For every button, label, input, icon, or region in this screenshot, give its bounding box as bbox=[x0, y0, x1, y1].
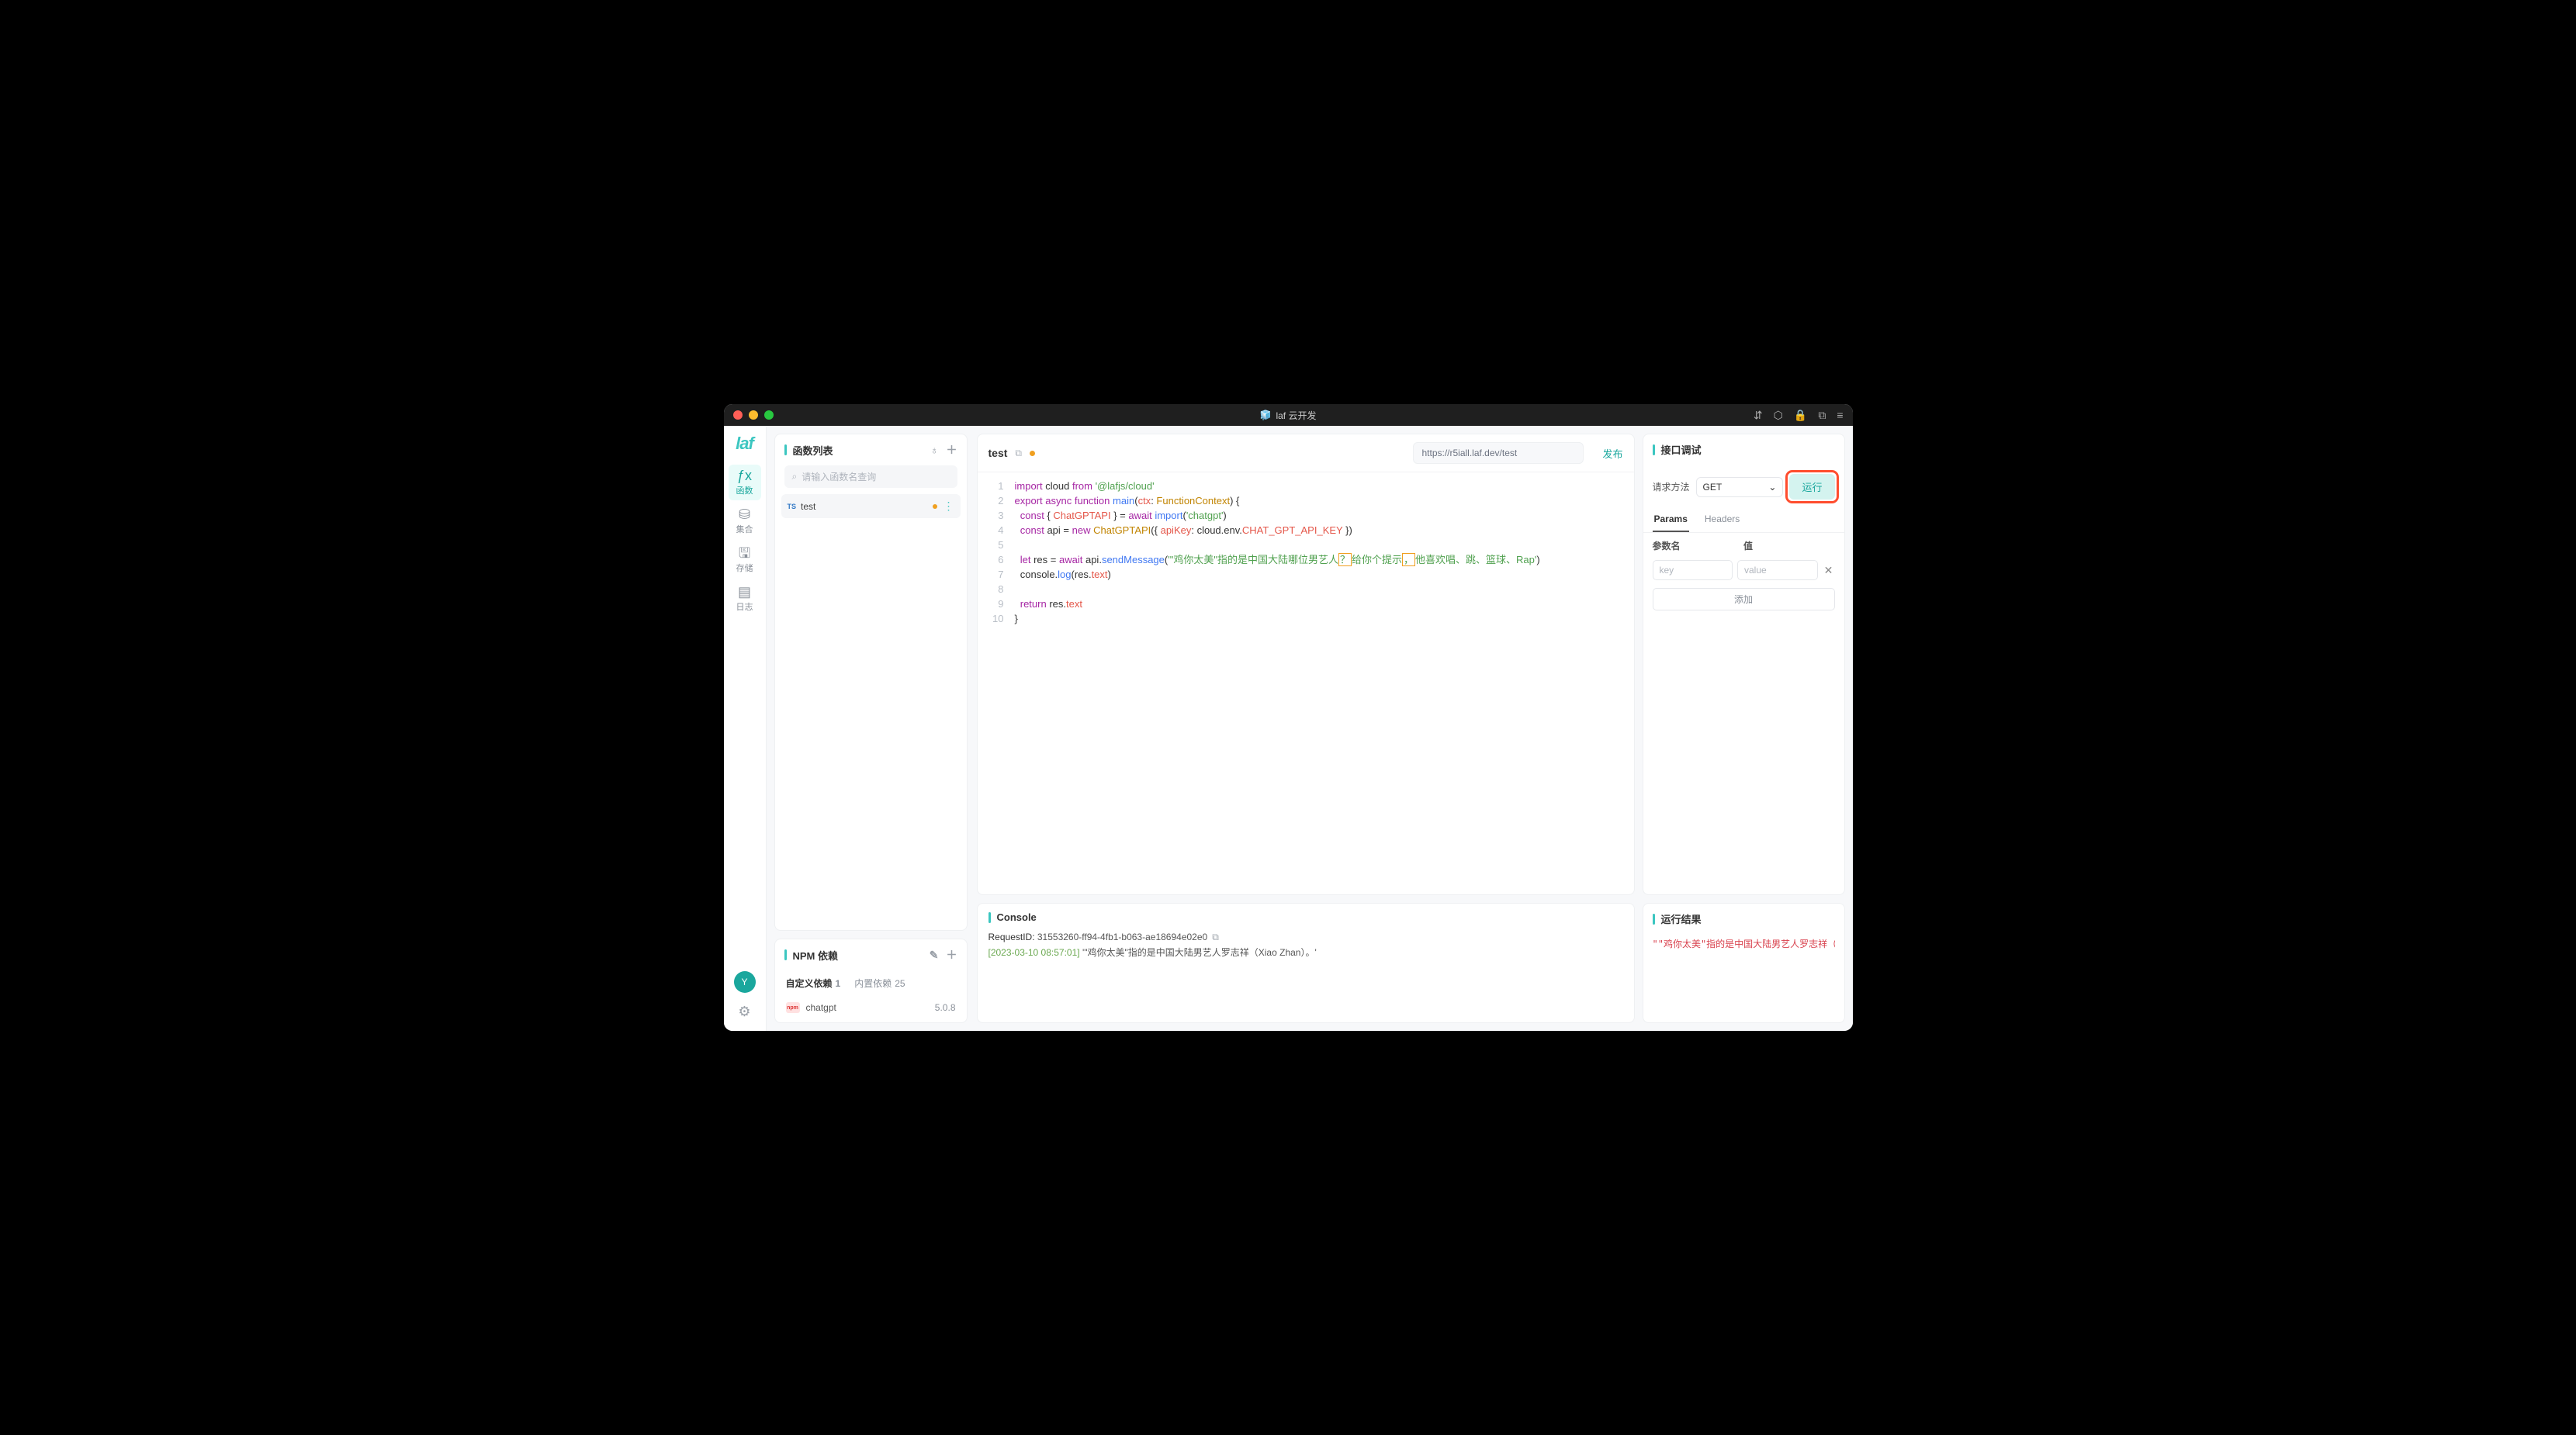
main: laf ƒx函数 ⛁集合 🖫存储 ▤日志 Y ⚙ 函数列表 ♁ ＋ ⌕ bbox=[724, 426, 1853, 1031]
code-body: import cloud from '@lafjs/cloud'export a… bbox=[1015, 479, 1634, 888]
publish-button[interactable]: 发布 bbox=[1602, 446, 1622, 461]
npm-title: NPM 依赖 bbox=[793, 948, 839, 963]
sort-icon[interactable]: ♁ bbox=[930, 444, 939, 456]
run-row: 请求方法 GET⌄ 运行 bbox=[1643, 465, 1844, 507]
dep-row[interactable]: npm chatgpt 5.0.8 bbox=[775, 996, 967, 1022]
add-dep-icon[interactable]: ＋ bbox=[947, 947, 957, 963]
window-title: laf 云开发 bbox=[1276, 409, 1316, 422]
window-controls bbox=[733, 410, 774, 420]
tab-builtin-deps[interactable]: 内置依赖25 bbox=[854, 977, 905, 990]
modified-dot-icon bbox=[933, 504, 937, 509]
function-more-icon[interactable]: ⋮ bbox=[943, 500, 954, 513]
add-param-button[interactable]: 添加 bbox=[1653, 588, 1835, 610]
logo: laf bbox=[736, 434, 753, 454]
code-editor[interactable]: 12345678910 import cloud from '@lafjs/cl… bbox=[978, 472, 1634, 894]
function-search[interactable]: ⌕ 请输入函数名查询 bbox=[784, 465, 957, 488]
chevron-down-icon: ⌄ bbox=[1768, 482, 1776, 493]
debug-card: 接口调试 请求方法 GET⌄ 运行 Params Headers 参数名 值 bbox=[1643, 434, 1845, 895]
rail-logs[interactable]: ▤日志 bbox=[729, 581, 761, 617]
modified-indicator-icon bbox=[1030, 451, 1035, 456]
param-value-input[interactable] bbox=[1737, 560, 1818, 580]
kv-row: ✕ bbox=[1643, 557, 1844, 586]
editor-card: test ⧉ https://r5iall.laf.dev/test 发布 12… bbox=[977, 434, 1635, 895]
editor-header: test ⧉ https://r5iall.laf.dev/test 发布 bbox=[978, 434, 1634, 472]
shield-icon[interactable]: ⬡ bbox=[1774, 409, 1783, 422]
functions-header: 函数列表 ♁ ＋ bbox=[775, 434, 967, 465]
debug-header: 接口调试 bbox=[1643, 434, 1844, 465]
search-placeholder: 请输入函数名查询 bbox=[802, 470, 876, 483]
sidebar-rail: laf ƒx函数 ⛁集合 🖫存储 ▤日志 Y ⚙ bbox=[724, 426, 767, 1031]
left-panel: 函数列表 ♁ ＋ ⌕ 请输入函数名查询 TS test ⋮ bbox=[767, 426, 972, 1031]
copy-name-icon[interactable]: ⧉ bbox=[1015, 448, 1022, 459]
npm-icon: npm bbox=[786, 1002, 800, 1013]
line-gutter: 12345678910 bbox=[978, 479, 1015, 888]
ts-badge: TS bbox=[788, 503, 797, 510]
close-icon[interactable] bbox=[733, 410, 743, 420]
log-message: '"鸡你太美"指的是中国大陆男艺人罗志祥（Xiao Zhan）。' bbox=[1082, 947, 1317, 958]
function-list: TS test ⋮ bbox=[775, 494, 967, 526]
search-icon: ⌕ bbox=[792, 471, 798, 482]
titlebar: 🧊 laf 云开发 ⇵ ⬡ 🔒 ⧉ ≡ bbox=[724, 404, 1853, 426]
method-select[interactable]: GET⌄ bbox=[1696, 477, 1784, 497]
function-url[interactable]: https://r5iall.laf.dev/test bbox=[1413, 442, 1584, 464]
rail-functions[interactable]: ƒx函数 bbox=[729, 465, 761, 500]
method-label: 请求方法 bbox=[1653, 480, 1690, 493]
run-button[interactable]: 运行 bbox=[1789, 474, 1834, 500]
center-panel: test ⧉ https://r5iall.laf.dev/test 发布 12… bbox=[972, 426, 1639, 1031]
console-card: Console RequestID: 31553260-ff94-4fb1-b0… bbox=[977, 903, 1635, 1023]
menu-icon[interactable]: ≡ bbox=[1837, 409, 1843, 421]
log-timestamp: [2023-03-10 08:57:01] bbox=[989, 947, 1080, 958]
app-icon: 🧊 bbox=[1260, 410, 1272, 420]
param-tabs: Params Headers bbox=[1643, 507, 1844, 533]
title-center: 🧊 laf 云开发 bbox=[1260, 409, 1317, 422]
npm-tabs: 自定义依赖1 内置依赖25 bbox=[775, 970, 967, 996]
function-name: test bbox=[801, 501, 815, 512]
edit-icon[interactable]: ✎ bbox=[930, 949, 939, 962]
database-icon: ⛁ bbox=[739, 507, 750, 521]
tab-custom-deps[interactable]: 自定义依赖1 bbox=[786, 977, 841, 990]
functions-title: 函数列表 bbox=[793, 443, 833, 458]
editor-filename: test bbox=[989, 447, 1008, 459]
add-function-icon[interactable]: ＋ bbox=[947, 442, 957, 458]
title-right: ⇵ ⬡ 🔒 ⧉ ≡ bbox=[1754, 409, 1844, 422]
npm-card: NPM 依赖 ✎ ＋ 自定义依赖1 内置依赖25 npm chatgpt 5.0… bbox=[774, 939, 968, 1023]
functions-card: 函数列表 ♁ ＋ ⌕ 请输入函数名查询 TS test ⋮ bbox=[774, 434, 968, 931]
avatar[interactable]: Y bbox=[734, 971, 756, 993]
storage-icon: 🖫 bbox=[739, 546, 750, 560]
rail-collections[interactable]: ⛁集合 bbox=[729, 503, 761, 539]
tab-headers[interactable]: Headers bbox=[1703, 507, 1741, 532]
tab-params[interactable]: Params bbox=[1653, 507, 1689, 532]
logs-icon: ▤ bbox=[738, 585, 751, 599]
zoom-icon[interactable] bbox=[764, 410, 774, 420]
settings-toggle-icon[interactable]: ⇵ bbox=[1754, 409, 1763, 422]
dep-name: chatgpt bbox=[806, 1002, 836, 1013]
request-id: 31553260-ff94-4fb1-b063-ae18694e02e0 bbox=[1037, 932, 1207, 942]
dep-version: 5.0.8 bbox=[935, 1002, 956, 1013]
lock-icon[interactable]: 🔒 bbox=[1794, 409, 1807, 422]
rail-storage[interactable]: 🖫存储 bbox=[729, 542, 761, 578]
minimize-icon[interactable] bbox=[749, 410, 758, 420]
result-body: ""鸡你太美"指的是中国大陆男艺人罗志祥（Xiao Z bbox=[1653, 932, 1835, 950]
result-header: 运行结果 bbox=[1653, 911, 1835, 926]
function-icon: ƒx bbox=[737, 469, 752, 482]
result-card: 运行结果 ""鸡你太美"指的是中国大陆男艺人罗志祥（Xiao Z bbox=[1643, 903, 1845, 1023]
remove-param-icon[interactable]: ✕ bbox=[1823, 564, 1835, 577]
copy-reqid-icon[interactable]: ⧉ bbox=[1212, 932, 1219, 942]
gear-icon[interactable]: ⚙ bbox=[738, 1004, 750, 1020]
npm-header: NPM 依赖 ✎ ＋ bbox=[775, 939, 967, 970]
console-header: Console bbox=[989, 911, 1623, 923]
app-window: 🧊 laf 云开发 ⇵ ⬡ 🔒 ⧉ ≡ laf ƒx函数 ⛁集合 🖫存储 ▤日志… bbox=[723, 403, 1854, 1032]
console-body: RequestID: 31553260-ff94-4fb1-b063-ae186… bbox=[989, 929, 1623, 960]
function-item[interactable]: TS test ⋮ bbox=[781, 494, 961, 518]
request-id-label: RequestID: bbox=[989, 932, 1037, 942]
kv-header: 参数名 值 bbox=[1643, 533, 1844, 557]
param-key-input[interactable] bbox=[1653, 560, 1733, 580]
extension-icon[interactable]: ⧉ bbox=[1818, 409, 1826, 422]
right-panel: 接口调试 请求方法 GET⌄ 运行 Params Headers 参数名 值 bbox=[1639, 426, 1853, 1031]
